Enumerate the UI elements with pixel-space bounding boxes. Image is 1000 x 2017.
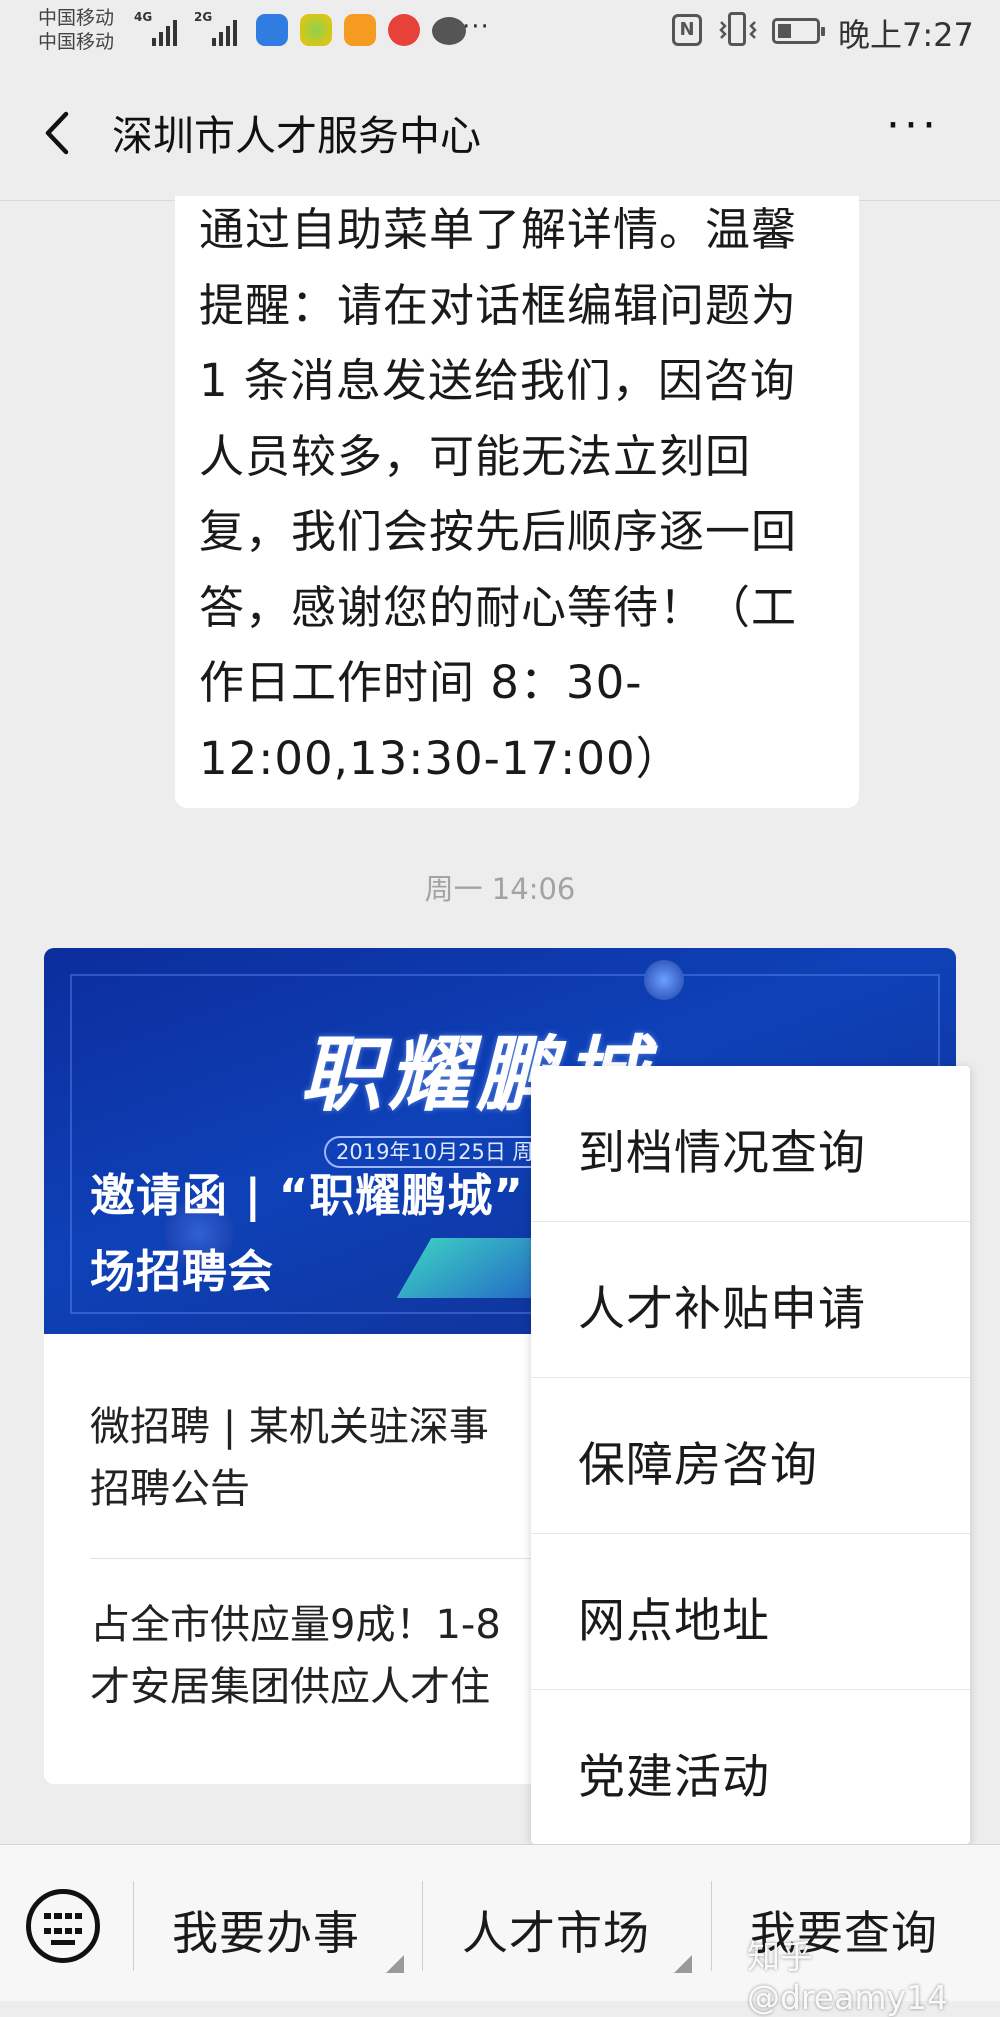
chevron-left-icon bbox=[45, 111, 69, 155]
message-timestamp: 周一 14:06 bbox=[424, 872, 576, 906]
back-button[interactable] bbox=[36, 108, 86, 158]
menu-button-talent-market[interactable]: 人才市场 bbox=[462, 1897, 650, 1963]
divider bbox=[133, 1881, 134, 1971]
shield-app-icon bbox=[256, 14, 288, 46]
nfc-icon: N bbox=[672, 14, 702, 46]
menu-item-label: 到档情况查询 bbox=[578, 1126, 866, 1181]
menu-item-party-activities[interactable]: 党建活动 bbox=[531, 1690, 970, 1846]
page-title: 深圳市人才服务中心 bbox=[112, 112, 481, 160]
submenu-popup: 到档情况查询 人才补贴申请 保障房咨询 网点地址 党建活动 bbox=[531, 1066, 970, 1844]
carrier-info: 中国移动 中国移动 bbox=[38, 6, 114, 54]
divider bbox=[422, 1881, 423, 1971]
menu-item-branch-address[interactable]: 网点地址 bbox=[531, 1534, 970, 1690]
keyboard-toggle-icon[interactable] bbox=[26, 1889, 100, 1963]
menu-item-archive-query[interactable]: 到档情况查询 bbox=[531, 1066, 970, 1222]
menu-item-talent-subsidy[interactable]: 人才补贴申请 bbox=[531, 1222, 970, 1378]
menu-item-label: 人才补贴申请 bbox=[578, 1282, 866, 1337]
menu-item-label: 网点地址 bbox=[578, 1594, 770, 1649]
vibrate-icon bbox=[718, 12, 758, 48]
chat-header: 深圳市人才服务中心 ··· bbox=[0, 64, 1000, 201]
more-options-button[interactable]: ··· bbox=[886, 100, 940, 151]
watermark: 知乎 @dreamy14 bbox=[747, 1937, 948, 2017]
menu-item-label: 党建活动 bbox=[578, 1750, 770, 1805]
chat-app-icon bbox=[432, 17, 466, 45]
divider bbox=[711, 1881, 712, 1971]
menu-item-label: 保障房咨询 bbox=[578, 1438, 818, 1493]
message-text: 通过自助菜单了解详情。温馨提醒：请在对话框编辑问题为 1 条消息发送给我们，因咨… bbox=[199, 203, 813, 785]
more-notifications-icon: ··· bbox=[462, 12, 490, 42]
status-bar: 中国移动 中国移动 4G 2G ··· N 晚上7:27 bbox=[0, 0, 1000, 64]
sprout-app-icon bbox=[300, 14, 332, 46]
banner-orb bbox=[644, 960, 684, 1000]
status-time: 晚上7:27 bbox=[838, 16, 974, 54]
submenu-indicator-icon bbox=[674, 1955, 692, 1973]
menu-item-housing-consult[interactable]: 保障房咨询 bbox=[531, 1378, 970, 1534]
carrier-bottom: 中国移动 bbox=[38, 31, 115, 53]
notification-icons bbox=[256, 14, 466, 46]
battery-icon bbox=[772, 18, 825, 44]
network-2g-label: 2G bbox=[194, 10, 213, 24]
signal-2-icon bbox=[212, 10, 237, 46]
menu-button-services[interactable]: 我要办事 bbox=[172, 1897, 360, 1963]
signal-1-icon bbox=[152, 10, 177, 46]
carrier-top: 中国移动 bbox=[38, 7, 115, 29]
submenu-indicator-icon bbox=[386, 1955, 404, 1973]
message-bubble[interactable]: 通过自助菜单了解详情。温馨提醒：请在对话框编辑问题为 1 条消息发送给我们，因咨… bbox=[175, 196, 859, 808]
music-app-icon bbox=[388, 14, 420, 46]
network-4g-label: 4G bbox=[134, 10, 153, 24]
orange-app-icon bbox=[344, 14, 376, 46]
